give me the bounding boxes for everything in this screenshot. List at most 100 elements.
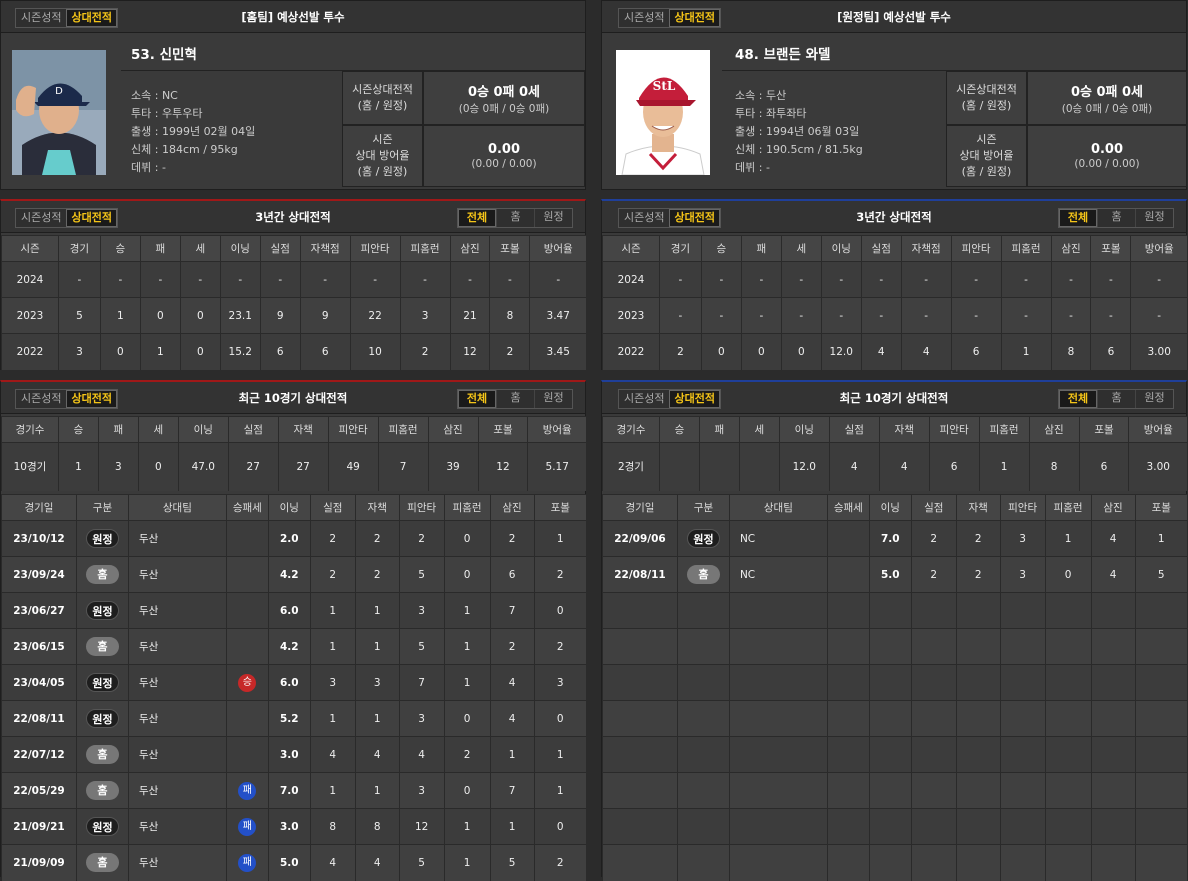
game-location: 원정: [676, 520, 730, 557]
location-badge: 홈: [686, 565, 720, 584]
empty-cell: [728, 772, 828, 809]
table-cell: -: [529, 261, 586, 298]
innings: 7.0: [267, 772, 311, 809]
game-row[interactable]: 22/09/06 원정 NC 7.0 2 2 3 1 4 1: [602, 520, 1187, 557]
result-badge: 승: [238, 673, 257, 692]
home-recent-panel: 시즌성적 상대전적 최근 10경기 상대전적 전체 홈 원정 경기수 승 패 세 이닝 실…: [0, 380, 586, 881]
col-header: 자책점: [299, 235, 351, 262]
innings: 6.0: [267, 592, 311, 629]
filter-home[interactable]: 홈: [496, 209, 534, 227]
away-summary-table: 경기수 승 패 세 이닝 실점 자책 피안타 피홈런 삼진 포볼 방어율 2경기 12.0 4 4 6 1 8 6 3.…: [602, 416, 1187, 491]
table-cell: 1: [1000, 333, 1051, 370]
filter-all[interactable]: 전체: [1059, 209, 1097, 227]
game-row[interactable]: 23/06/15 홈 두산 4.2 1 1 5 1 2 2: [1, 628, 586, 665]
innings: 2.0: [267, 520, 311, 557]
empty-cell: [1090, 772, 1136, 809]
table-cell: -: [1130, 297, 1187, 334]
col-header: 포볼: [489, 235, 530, 262]
empty-cell: [999, 736, 1046, 773]
innings: 5.0: [868, 556, 912, 593]
game-row[interactable]: 23/04/05 원정 두산 승 6.0 3 3 7 1 4 3: [1, 664, 586, 701]
game-location: 홈: [75, 772, 129, 809]
col-header: 피홈런: [399, 235, 451, 262]
filter-all[interactable]: 전체: [1059, 390, 1097, 408]
home-season-era-value: 0.00 (0.00 / 0.00): [423, 125, 585, 187]
game-location: 원정: [75, 520, 129, 557]
info-label: 소속 :: [131, 89, 159, 102]
empty-cell: [826, 808, 870, 845]
empty-cell: [910, 844, 957, 881]
innings: 4.2: [267, 628, 311, 665]
game-date: 23/04/05: [1, 664, 77, 701]
summary-row: 10경기 1 3 0 47.0 27 27 49 7 39 12 5.17: [1, 442, 586, 491]
empty-cell: [999, 808, 1046, 845]
table-cell: 2: [399, 333, 451, 370]
filter-away[interactable]: 원정: [534, 390, 572, 408]
stat-h: 3: [999, 520, 1046, 557]
location-badge: 원정: [85, 529, 119, 548]
svg-text:D: D: [55, 86, 63, 97]
game-row[interactable]: 21/09/09 홈 두산 패 5.0 4 4 5 1 5 2: [1, 844, 586, 881]
game-row[interactable]: 22/07/12 홈 두산 3.0 4 4 4 2 1 1: [1, 736, 586, 773]
stat-er: 1: [354, 772, 400, 809]
info-birth: 1994년 06월 03일: [765, 125, 860, 138]
table-cell: 12.0: [820, 333, 862, 370]
home-pitcher-title: [홈팀] 예상선발 투수: [241, 10, 345, 24]
opponent-team: 두산: [127, 664, 227, 701]
filter-home[interactable]: 홈: [1097, 390, 1135, 408]
col-header: 이닝: [868, 494, 912, 521]
filter-away[interactable]: 원정: [534, 209, 572, 227]
col-header: 자책점: [900, 235, 952, 262]
stat-so: 4: [489, 664, 535, 701]
stat-er: 2: [955, 556, 1001, 593]
game-row[interactable]: 22/05/29 홈 두산 패 7.0 1 1 3 0 7 1: [1, 772, 586, 809]
empty-cell: [999, 628, 1046, 665]
stat-hr: 0: [443, 556, 491, 593]
game-row[interactable]: 22/08/11 홈 NC 5.0 2 2 3 0 4 5: [602, 556, 1187, 593]
col-header: 포볼: [1078, 416, 1129, 443]
filter-away[interactable]: 원정: [1135, 209, 1173, 227]
table-cell: 12: [477, 442, 528, 491]
filter-all[interactable]: 전체: [458, 390, 496, 408]
empty-cell: [910, 592, 957, 629]
col-header: 삼진: [489, 494, 535, 521]
game-row[interactable]: 23/10/12 원정 두산 2.0 2 2 2 0 2 1: [1, 520, 586, 557]
game-location: 원정: [75, 808, 129, 845]
col-header: 자책: [277, 416, 329, 443]
info-label: 데뷔 :: [735, 161, 763, 174]
table-cell: -: [780, 297, 822, 334]
table-cell: 0: [137, 442, 179, 491]
stat-r: 2: [910, 520, 957, 557]
empty-cell: [999, 664, 1046, 701]
table-cell: 3: [97, 442, 139, 491]
table-cell: 6: [1078, 442, 1129, 491]
table-cell: 1: [57, 442, 99, 491]
stat-er: 1: [354, 700, 400, 737]
game-row[interactable]: 21/09/21 원정 두산 패 3.0 8 8 12 1 1 0: [1, 808, 586, 845]
info-body: 184cm / 95kg: [161, 143, 238, 156]
filter-home[interactable]: 홈: [496, 390, 534, 408]
col-header: 피안타: [999, 494, 1046, 521]
empty-cell: [1090, 700, 1136, 737]
away-season-record-value: 0승 0패 0세 (0승 0패 / 0승 0패): [1027, 71, 1187, 125]
filter-away[interactable]: 원정: [1135, 390, 1173, 408]
table-cell: -: [1090, 261, 1131, 298]
table-cell: 10: [349, 333, 401, 370]
game-row[interactable]: 23/09/24 홈 두산 4.2 2 2 5 0 6 2: [1, 556, 586, 593]
game-row[interactable]: 22/08/11 원정 두산 5.2 1 1 3 0 4 0: [1, 700, 586, 737]
game-row[interactable]: 23/06/27 원정 두산 6.0 1 1 3 1 7 0: [1, 592, 586, 629]
stat-r: 1: [309, 628, 356, 665]
filter-home[interactable]: 홈: [1097, 209, 1135, 227]
stat-so: 4: [489, 700, 535, 737]
filter-all[interactable]: 전체: [458, 209, 496, 227]
home-pitcher-panel: 시즌성적 상대전적 [홈팀] 예상선발 투수 D 53. 신민혁 소속 : NC…: [0, 0, 586, 190]
table-cell: 3: [399, 297, 451, 334]
stat-r: 2: [910, 556, 957, 593]
table-cell: 1: [99, 297, 141, 334]
empty-cell: [1134, 736, 1187, 773]
stat-so: 4: [1090, 520, 1136, 557]
table-cell: 0: [179, 333, 221, 370]
col-header: 구분: [75, 494, 129, 521]
table-cell: 9: [259, 297, 301, 334]
away-season-era-label: 시즌 상대 방어율 (홈 / 원정): [946, 125, 1027, 187]
